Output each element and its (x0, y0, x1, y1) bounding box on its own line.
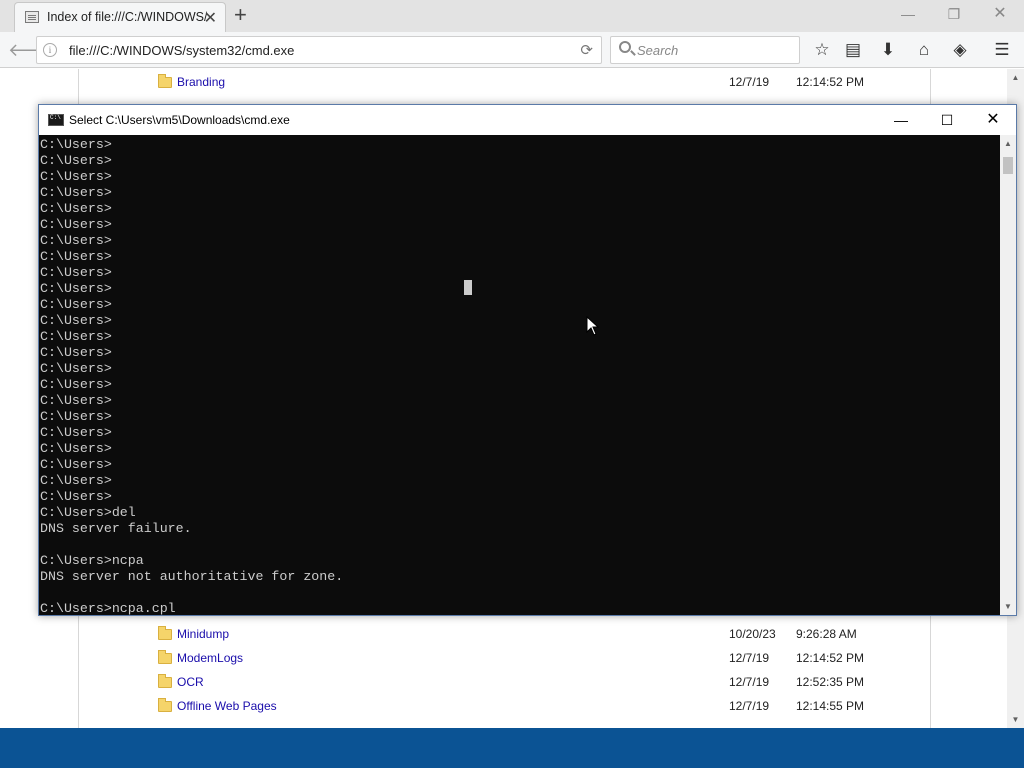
console-window[interactable]: Select C:\Users\vm5\Downloads\cmd.exe — … (38, 104, 1017, 616)
console-output[interactable]: C:\Users> C:\Users> C:\Users> C:\Users> … (40, 137, 343, 615)
file-time: 12:14:52 PM (796, 651, 865, 665)
taskbar (0, 728, 1024, 768)
console-minimize-icon[interactable]: — (878, 105, 924, 135)
restore-icon[interactable]: ❐ (934, 3, 974, 25)
list-item: ModemLogs 12/7/19 12:14:52 PM (79, 647, 932, 671)
file-date: 12/7/19 (729, 75, 770, 89)
folder-icon (158, 626, 172, 640)
tab-bar: Index of file:///C:/WINDOWS/system32/ ✕ … (0, 0, 1024, 32)
selection-cursor (464, 280, 472, 295)
url-text[interactable]: file:///C:/WINDOWS/system32/cmd.exe (69, 43, 294, 58)
scroll-up-icon[interactable]: ▲ (1007, 69, 1024, 86)
menu-icon[interactable]: ☰ (992, 40, 1012, 60)
download-icon[interactable]: ⬇ (878, 40, 898, 60)
home-icon[interactable]: ⌂ (914, 40, 934, 60)
new-tab-icon[interactable]: + (234, 3, 247, 27)
console-output-area[interactable]: C:\Users> C:\Users> C:\Users> C:\Users> … (39, 135, 1000, 615)
file-time: 9:26:28 AM (796, 627, 857, 641)
tab-close-icon[interactable]: ✕ (204, 8, 217, 28)
console-close-icon[interactable]: ✕ (970, 105, 1016, 135)
tab-title: Index of file:///C:/WINDOWS/system32/ (47, 10, 207, 24)
folder-icon (158, 74, 172, 88)
file-date: 12/7/19 (729, 699, 770, 713)
folder-icon (158, 674, 172, 688)
console-title-bar[interactable]: Select C:\Users\vm5\Downloads\cmd.exe — … (39, 105, 1016, 135)
file-date: 12/7/19 (729, 651, 770, 665)
folder-icon (158, 650, 172, 664)
console-scroll-down-icon[interactable]: ▼ (1000, 598, 1016, 615)
console-scroll-up-icon[interactable]: ▲ (1000, 135, 1016, 152)
search-input[interactable] (637, 41, 787, 59)
console-scroll-thumb[interactable] (1003, 157, 1013, 174)
folder-link[interactable]: Branding (177, 75, 225, 89)
back-arrow-icon[interactable]: 🡐 (8, 36, 56, 64)
nav-bar: 🡐 i file:///C:/WINDOWS/system32/cmd.exe … (0, 32, 1024, 68)
file-time: 12:14:52 PM (796, 75, 865, 89)
page-favicon-icon (25, 11, 39, 23)
console-icon (48, 114, 64, 126)
scroll-down-icon[interactable]: ▼ (1007, 711, 1024, 728)
info-icon[interactable]: i (43, 43, 57, 57)
folder-icon (158, 698, 172, 712)
pocket-icon[interactable]: ◈ (950, 40, 970, 60)
close-window-icon[interactable]: ✕ (980, 3, 1020, 25)
list-item: Offline Web Pages 12/7/19 12:14:55 PM (79, 695, 932, 719)
search-box[interactable] (610, 36, 800, 64)
console-scrollbar[interactable]: ▲ ▼ (1000, 135, 1016, 615)
list-item: Branding 12/7/19 12:14:52 PM (79, 71, 932, 95)
folder-link[interactable]: ModemLogs (177, 651, 243, 665)
list-item: Minidump 10/20/23 9:26:28 AM (79, 623, 932, 647)
console-title: Select C:\Users\vm5\Downloads\cmd.exe (69, 113, 290, 127)
file-time: 12:14:55 PM (796, 699, 865, 713)
folder-link[interactable]: OCR (177, 675, 204, 689)
reload-icon[interactable]: ⟳ (580, 41, 593, 59)
folder-link[interactable]: Minidump (177, 627, 229, 641)
search-icon (619, 41, 631, 53)
bookmark-star-icon[interactable]: ☆ (812, 40, 832, 60)
file-date: 10/20/23 (729, 627, 776, 641)
file-time: 12:52:35 PM (796, 675, 865, 689)
minimize-icon[interactable]: — (888, 3, 928, 25)
tab-file-index[interactable]: Index of file:///C:/WINDOWS/system32/ ✕ (14, 2, 226, 32)
reading-list-icon[interactable]: ▤ (843, 40, 863, 60)
url-bar[interactable]: i file:///C:/WINDOWS/system32/cmd.exe ⟳ (36, 36, 602, 64)
folder-link[interactable]: Offline Web Pages (177, 699, 277, 713)
console-maximize-icon[interactable]: ☐ (924, 105, 970, 135)
file-date: 12/7/19 (729, 675, 770, 689)
list-item: OCR 12/7/19 12:52:35 PM (79, 671, 932, 695)
